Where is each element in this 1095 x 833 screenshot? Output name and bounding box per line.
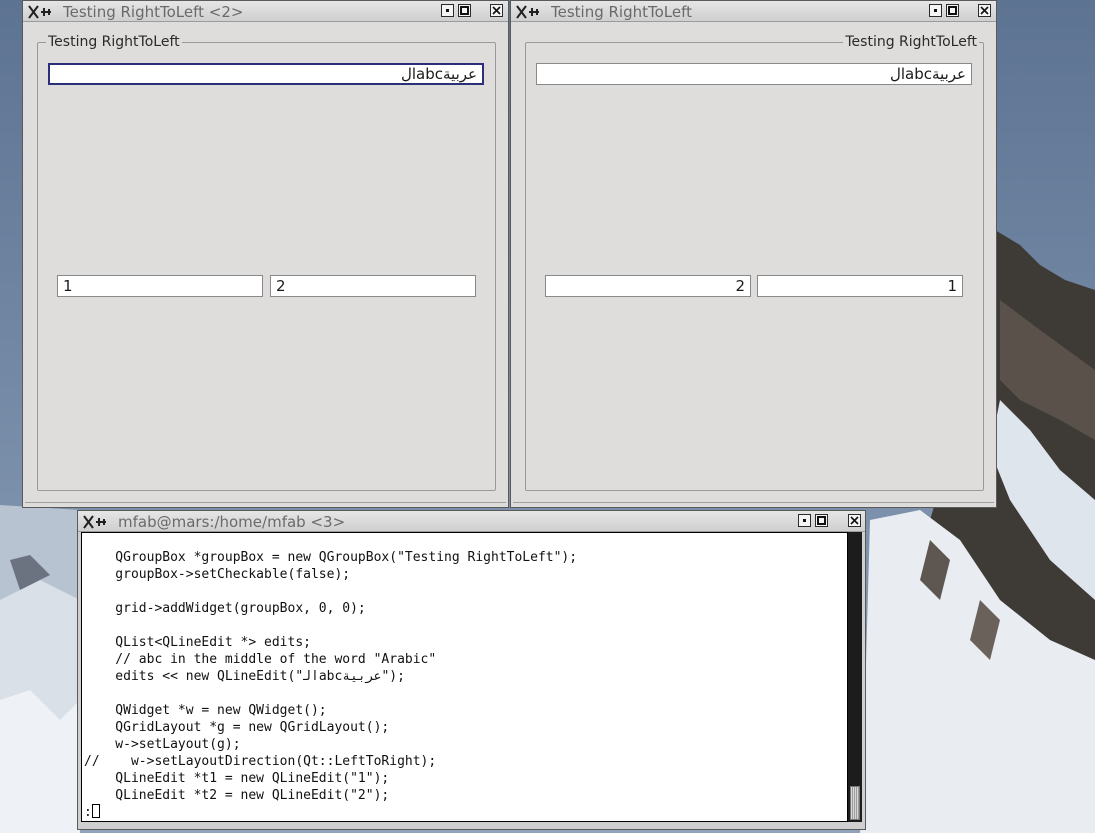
close-icon[interactable] <box>848 514 861 527</box>
maximize-icon[interactable] <box>458 4 471 17</box>
maximize-icon[interactable] <box>946 4 959 17</box>
x-pin-icon[interactable] <box>27 4 53 19</box>
x-pin-icon[interactable] <box>82 514 108 529</box>
minimize-icon[interactable] <box>798 514 811 527</box>
close-icon[interactable] <box>978 4 991 17</box>
terminal-scrollbar[interactable] <box>848 532 862 822</box>
command-prompt[interactable]: : <box>84 804 100 821</box>
window-bottom-edge[interactable] <box>25 502 506 506</box>
window-title: mfab@mars:/home/mfab <3> <box>118 513 346 531</box>
code-line: QList<QLineEdit *> edits; <box>84 635 311 650</box>
code-line: // abc in the middle of the word "Arabic… <box>84 652 437 667</box>
arabic-line-edit[interactable]: عربيةabcال <box>48 63 484 85</box>
code-line: grid->addWidget(groupBox, 0, 0); <box>84 601 366 616</box>
minimize-icon[interactable] <box>929 4 942 17</box>
maximize-icon[interactable] <box>815 514 828 527</box>
line-edit-1[interactable]: 1 <box>57 275 263 297</box>
prompt-text: : <box>84 805 92 820</box>
window-bottom-edge[interactable] <box>513 502 994 506</box>
groupbox: Testing RightToLeft <box>37 34 496 491</box>
close-icon[interactable] <box>490 4 503 17</box>
code-line: // w->setLayoutDirection(Qt::LeftToRight… <box>84 754 437 769</box>
line-edit-1[interactable]: 1 <box>757 275 963 297</box>
code-line: QGroupBox *groupBox = new QGroupBox("Tes… <box>84 550 578 565</box>
groupbox-title: Testing RightToLeft <box>46 34 182 50</box>
terminal-window[interactable]: mfab@mars:/home/mfab <3> QGroupBox *grou… <box>77 510 866 830</box>
scrollbar-thumb[interactable] <box>850 786 860 820</box>
window-title: Testing RightToLeft <2> <box>63 3 244 21</box>
titlebar-left[interactable]: Testing RightToLeft <2> <box>23 1 508 22</box>
titlebar-terminal[interactable]: mfab@mars:/home/mfab <3> <box>78 511 865 532</box>
minimize-icon[interactable] <box>441 4 454 17</box>
line-edit-2[interactable]: 2 <box>270 275 476 297</box>
titlebar-right[interactable]: Testing RightToLeft <box>511 1 996 22</box>
window-title: Testing RightToLeft <box>551 3 693 21</box>
text-cursor <box>91 804 100 818</box>
window-left[interactable]: Testing RightToLeft <2> Testing RightToL… <box>22 0 509 508</box>
groupbox-title: Testing RightToLeft <box>843 34 979 50</box>
code-line: groupBox->setCheckable(false); <box>84 567 351 582</box>
code-line: edits << new QLineEdit("ﺍﻟabcﻋﺮﺑﻴﺔ"); <box>84 669 405 684</box>
line-edit-2[interactable]: 2 <box>545 275 751 297</box>
terminal-text-area[interactable]: QGroupBox *groupBox = new QGroupBox("Tes… <box>81 532 848 822</box>
code-line: QLineEdit *t2 = new QLineEdit("2"); <box>84 788 390 803</box>
code-line: QLineEdit *t1 = new QLineEdit("1"); <box>84 771 390 786</box>
window-right[interactable]: Testing RightToLeft Testing RightToLeft … <box>510 0 997 508</box>
code-line: QGridLayout *g = new QGridLayout(); <box>84 720 390 735</box>
code-line: w->setLayout(g); <box>84 737 241 752</box>
code-line: QWidget *w = new QWidget(); <box>84 703 327 718</box>
arabic-line-edit[interactable]: عربيةabcال <box>536 63 972 85</box>
x-pin-icon[interactable] <box>515 4 541 19</box>
groupbox: Testing RightToLeft <box>525 34 984 491</box>
